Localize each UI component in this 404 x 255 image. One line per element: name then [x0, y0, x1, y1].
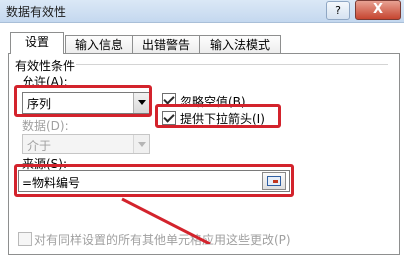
tab-settings[interactable]: 设置 — [10, 32, 64, 54]
